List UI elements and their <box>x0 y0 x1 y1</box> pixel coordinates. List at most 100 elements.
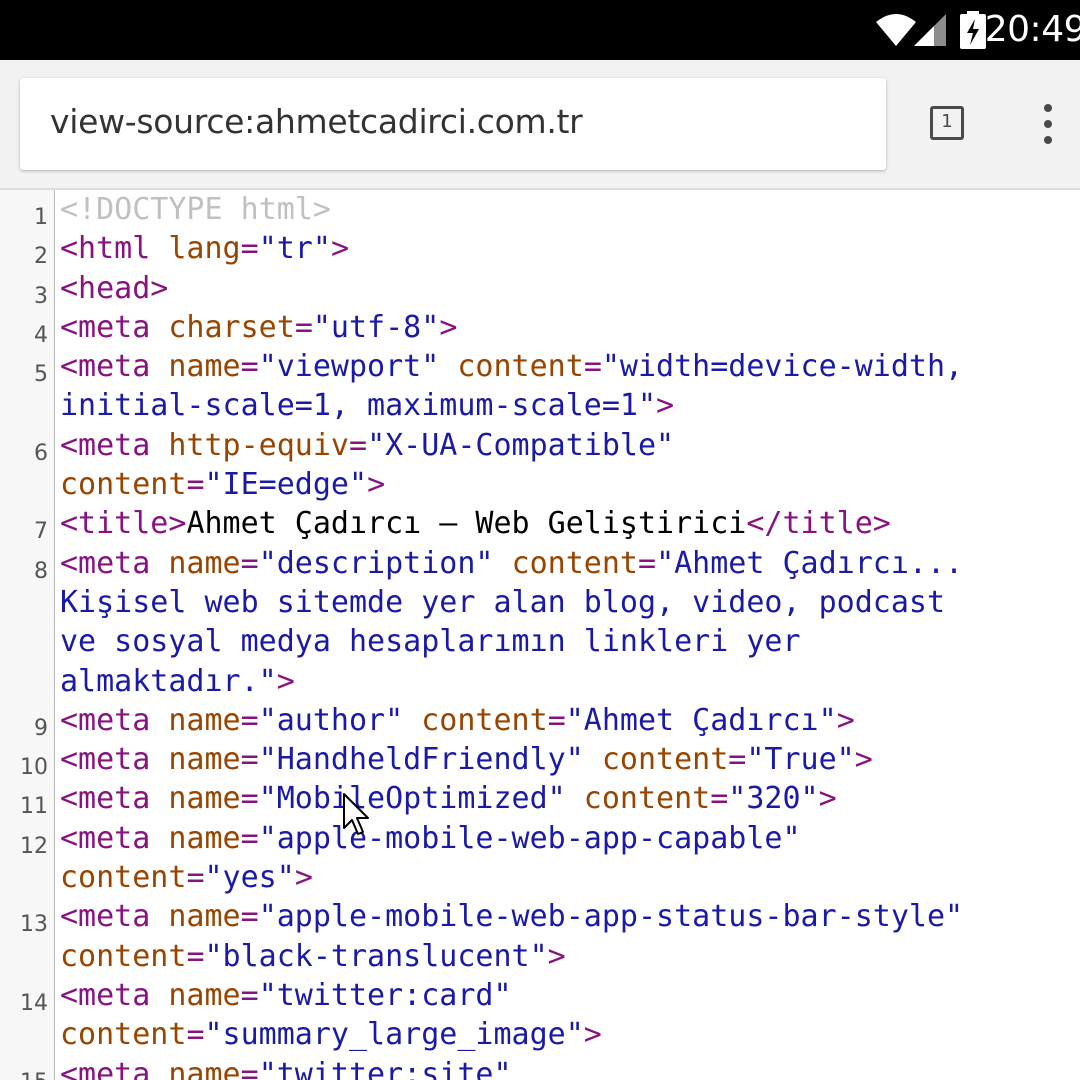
source-line-row: <head> <box>60 269 1080 308</box>
source-line-row: content="IE=edge"> <box>60 465 1080 504</box>
source-line-row: <meta http-equiv="X-UA-Compatible" <box>60 426 1080 465</box>
code-token: name <box>168 899 241 935</box>
code-token: content <box>60 938 187 974</box>
code-token: "HandheldFriendly" <box>258 742 584 778</box>
code-token: = <box>728 742 747 778</box>
code-token: = <box>240 349 259 385</box>
code-token: > <box>854 742 873 778</box>
code-token: http-equiv <box>168 427 349 463</box>
code-token: = <box>240 545 259 581</box>
code-token: <meta <box>60 742 169 778</box>
code-token: charset <box>168 309 295 345</box>
source-line-row: <meta name="apple-mobile-web-app-status-… <box>60 897 1080 936</box>
code-token: name <box>168 742 241 778</box>
code-token: > <box>836 702 855 738</box>
code-token: = <box>349 427 368 463</box>
source-line-row: <meta name="HandheldFriendly" content="T… <box>60 740 1080 779</box>
code-token: "Ahmet Çadırcı... <box>656 545 964 581</box>
code-token: <meta <box>60 820 169 856</box>
source-line-row: ve sosyal medya hesaplarımın linkleri ye… <box>60 622 1080 661</box>
code-token: <meta <box>60 899 169 935</box>
line-number: 14 <box>20 990 48 1016</box>
code-token: Kişisel web sitemde yer alan blog, video… <box>60 584 946 620</box>
code-token: = <box>240 231 259 267</box>
code-token: = <box>186 467 205 503</box>
code-token: <meta <box>60 702 169 738</box>
source-line: 15 <meta name="twitter:site" <box>0 1055 1080 1080</box>
code-token: content <box>60 467 187 503</box>
code-token: content <box>60 860 187 896</box>
code-token: content <box>583 781 711 817</box>
source-line-row: almaktadır."> <box>60 662 1080 701</box>
code-token: > <box>583 1017 602 1053</box>
status-time: 20:49 <box>984 9 1080 50</box>
code-token: = <box>186 860 205 896</box>
code-token: = <box>240 899 259 935</box>
code-token: </title> <box>746 506 891 542</box>
code-token: name <box>168 977 241 1013</box>
code-token: = <box>240 820 259 856</box>
source-line-row: content="summary_large_image"> <box>60 1015 1080 1054</box>
code-token: > <box>439 309 458 345</box>
code-token: "description" <box>258 545 494 581</box>
source-line-row: <meta name="description" content="Ahmet … <box>60 544 1080 583</box>
code-token: = <box>240 1056 259 1080</box>
status-bar: 20:49 <box>0 0 1080 60</box>
source-line-row: <title>Ahmet Çadırcı – Web Geliştirici</… <box>60 504 1080 543</box>
source-line: 4 <meta charset="utf-8"> <box>0 308 1080 348</box>
code-token: > <box>276 663 295 699</box>
code-token: content <box>60 1017 187 1053</box>
source-line: 7 <title>Ahmet Çadırcı – Web Geliştirici<… <box>0 504 1080 544</box>
address-bar[interactable]: view-source:ahmetcadirci.com.tr <box>20 78 886 170</box>
code-token: = <box>186 1017 205 1053</box>
line-number: 12 <box>20 833 48 859</box>
source-line: 1 <!DOCTYPE html> <box>0 190 1080 230</box>
source-line-row: <html lang="tr"> <box>60 229 1080 268</box>
code-token: Ahmet Çadırcı – Web Geliştirici <box>186 506 747 542</box>
code-token: = <box>547 702 566 738</box>
cellular-signal-icon <box>914 14 946 46</box>
code-token: > <box>818 781 837 817</box>
code-token: "X-UA-Compatible" <box>367 427 675 463</box>
code-token: = <box>186 938 205 974</box>
line-number: 13 <box>20 912 48 938</box>
source-line-row: <meta name="twitter:card" <box>60 976 1080 1015</box>
code-token: "summary_large_image" <box>204 1017 584 1053</box>
code-token: > <box>547 938 566 974</box>
source-line: 14 <meta name="twitter:card" content="summ… <box>0 976 1080 1055</box>
source-line: 6 <meta http-equiv="X-UA-Compatible" conte… <box>0 426 1080 505</box>
source-line: 3 <head> <box>0 269 1080 309</box>
code-token: "320" <box>728 781 819 817</box>
line-number: 5 <box>34 362 48 388</box>
overflow-menu-icon[interactable] <box>1036 102 1060 146</box>
code-token: lang <box>168 231 241 267</box>
source-line-row: content="black-translucent"> <box>60 937 1080 976</box>
source-line: 12 <meta name="apple-mobile-web-app-capab… <box>0 819 1080 898</box>
code-token: content <box>421 702 548 738</box>
source-view[interactable]: 1 <!DOCTYPE html> 2 <html lang="tr"> 3 <head>… <box>0 190 1080 1080</box>
source-line: 9 <meta name="author" content="Ahmet Çadı… <box>0 701 1080 741</box>
tab-count: 1 <box>941 111 953 132</box>
source-line-row: initial-scale=1, maximum-scale=1"> <box>60 386 1080 425</box>
code-token: "twitter:card" <box>258 977 512 1013</box>
code-token: "author" <box>258 702 404 738</box>
code-token: "black-translucent" <box>204 938 548 974</box>
code-token: "apple-mobile-web-app-status-bar-style" <box>258 899 964 935</box>
code-token: ve sosyal medya hesaplarımın linkleri ye… <box>60 624 801 660</box>
line-number: 8 <box>34 558 48 584</box>
code-token: > <box>294 860 313 896</box>
mouse-cursor-icon <box>343 793 369 835</box>
code-token: > <box>330 231 349 267</box>
line-number: 6 <box>34 440 48 466</box>
code-token: > <box>367 467 386 503</box>
code-token: "twitter:site" <box>258 1056 512 1080</box>
code-token: name <box>168 545 241 581</box>
code-token: "MobileOptimized" <box>258 781 566 817</box>
code-token: <!DOCTYPE html> <box>60 192 331 227</box>
code-token: = <box>294 309 313 345</box>
tab-switcher-button[interactable]: 1 <box>930 106 964 140</box>
code-token: almaktadır." <box>60 663 277 699</box>
